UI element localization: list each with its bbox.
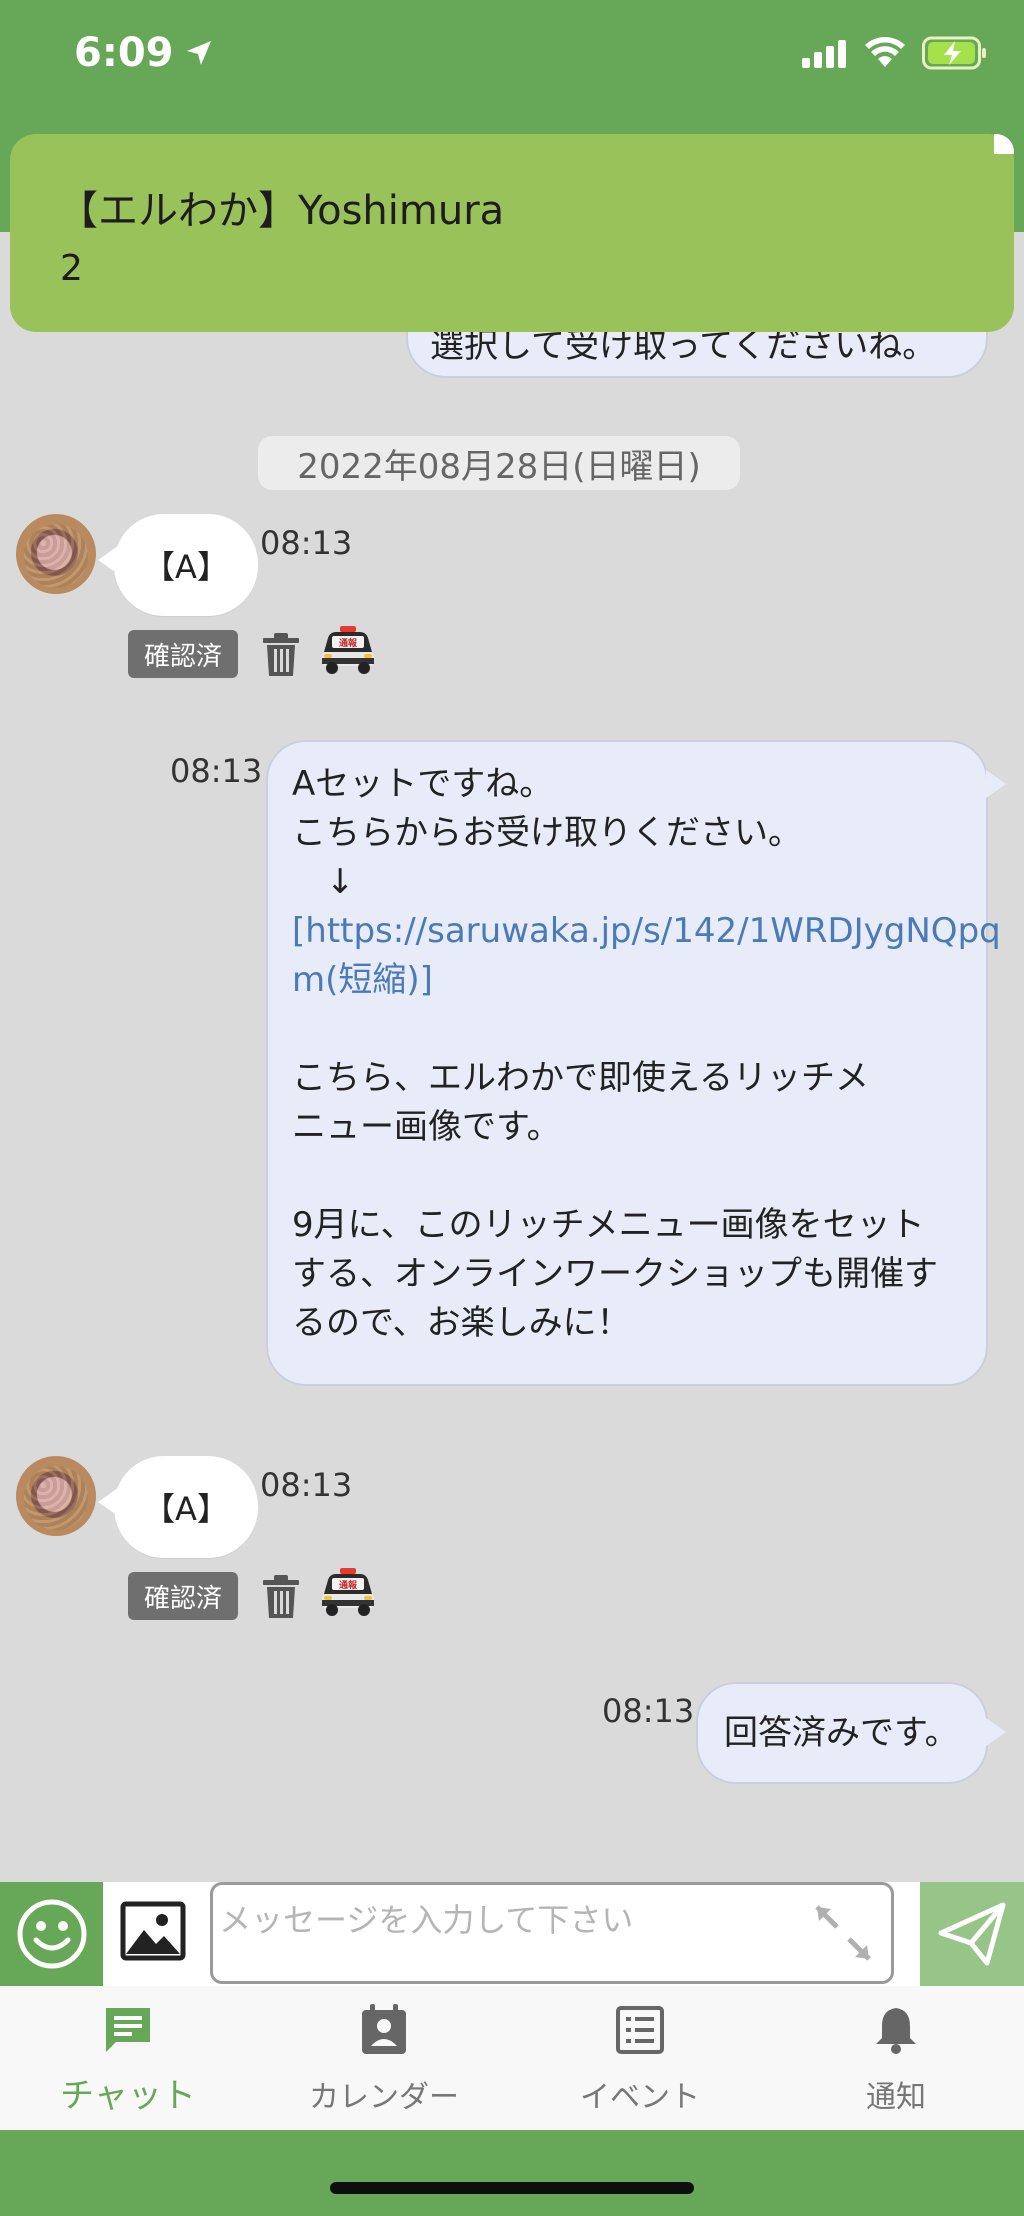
list-icon	[616, 2006, 664, 2054]
tab-chat-label: チャット	[60, 2076, 196, 2116]
home-indicator-area	[0, 2130, 1024, 2216]
message-input-placeholder: メッセージを入力して下さい	[219, 1901, 634, 1939]
outgoing-message-text: 回答済みです。	[724, 1712, 959, 1753]
emoji-button[interactable]	[0, 1882, 103, 1986]
contact-card-icon	[362, 2004, 406, 2054]
message-line	[292, 1152, 966, 1201]
message-line: する、オンラインワークショップも開催す	[292, 1254, 938, 1294]
message-input[interactable]: メッセージを入力して下さい	[210, 1882, 894, 1984]
report-car-icon[interactable]: 通報	[320, 1568, 376, 1618]
report-car-label: 通報	[339, 1579, 358, 1591]
bottom-tab-bar: チャット カレンダー イベント 通知	[0, 1986, 1024, 2130]
date-separator: 2022年08月28日(日曜日)	[258, 436, 740, 490]
incoming-message-text: 【A】	[143, 548, 229, 586]
tab-notifications-label: 通知	[866, 2080, 926, 2115]
tab-chat[interactable]: チャット	[0, 1986, 256, 2130]
status-icons	[800, 36, 988, 70]
outgoing-message-bubble: Aセットですね。 こちらからお受け取りください。 ↓ [https://saru…	[266, 740, 1001, 1386]
outgoing-message-bubble: 回答済みです。	[696, 1682, 988, 1784]
chat-icon	[106, 2008, 150, 2052]
message-line: こちら、エルわかで即使えるリッチメ	[292, 1058, 869, 1098]
message-time: 08:13	[170, 752, 263, 790]
incoming-message-text: 【A】	[143, 1490, 229, 1528]
tab-calendar-label: カレンダー	[309, 2080, 459, 2115]
message-line: Aセットですね。	[292, 764, 554, 804]
location-arrow-icon	[186, 41, 211, 65]
report-car-label: 通報	[339, 637, 358, 649]
avatar[interactable]	[16, 514, 96, 594]
notification-body: 2	[60, 248, 83, 289]
status-time-text: 6:09	[74, 30, 174, 76]
message-time: 08:13	[260, 1466, 353, 1504]
wifi-icon	[865, 37, 905, 67]
tab-event[interactable]: イベント	[512, 1986, 768, 2130]
trash-icon[interactable]	[260, 632, 302, 678]
bubble-tail	[986, 770, 1006, 798]
message-line: ニュー画像です。	[292, 1107, 561, 1147]
short-url-link-continued[interactable]: m(短縮)]	[292, 956, 966, 1005]
bell-icon	[876, 2008, 916, 2054]
message-composer: メッセージを入力して下さい	[0, 1882, 1024, 1986]
chat-area[interactable]: 選択して受け取ってくださいね。 2022年08月28日(日曜日) 【A】 08:…	[0, 232, 1024, 1882]
avatar[interactable]	[16, 1456, 96, 1536]
status-time: 6:09	[74, 30, 214, 76]
short-url-link[interactable]: [https://saruwaka.jp/s/142/1WRDJygNQpq	[292, 907, 1001, 956]
image-upload-icon[interactable]	[120, 1898, 186, 1964]
bubble-tail	[986, 1718, 1006, 1746]
battery-charging-icon	[922, 36, 986, 70]
message-line	[292, 1005, 966, 1054]
expand-icon[interactable]	[811, 1901, 875, 1965]
push-notification-banner[interactable]: 【エルわか】Yoshimura 2	[10, 134, 1014, 332]
message-line: るので、お楽しみに！	[292, 1303, 631, 1343]
tab-event-label: イベント	[580, 2080, 700, 2115]
message-line: こちらからお受け取りください。	[292, 813, 802, 853]
tab-notifications[interactable]: 通知	[768, 1986, 1024, 2130]
message-time: 08:13	[260, 524, 353, 562]
message-time: 08:13	[602, 1692, 695, 1730]
trash-icon[interactable]	[260, 1574, 302, 1620]
smiley-icon	[17, 1899, 86, 1969]
incoming-message-bubble: 【A】	[114, 1456, 258, 1558]
cellular-signal-icon	[802, 40, 846, 68]
send-button[interactable]	[920, 1882, 1024, 1986]
message-line: 9月に、このリッチメニュー画像をセット	[292, 1205, 925, 1245]
notification-title: 【エルわか】Yoshimura	[58, 188, 505, 234]
confirmed-badge[interactable]: 確認済	[128, 630, 239, 678]
confirmed-badge[interactable]: 確認済	[128, 1572, 239, 1620]
incoming-message-bubble: 【A】	[114, 514, 258, 616]
send-paper-plane-icon	[938, 1902, 1006, 1966]
report-car-icon[interactable]: 通報	[320, 626, 376, 676]
home-indicator[interactable]	[330, 2182, 694, 2194]
tab-calendar[interactable]: カレンダー	[256, 1986, 512, 2130]
message-line: ↓	[292, 862, 355, 902]
